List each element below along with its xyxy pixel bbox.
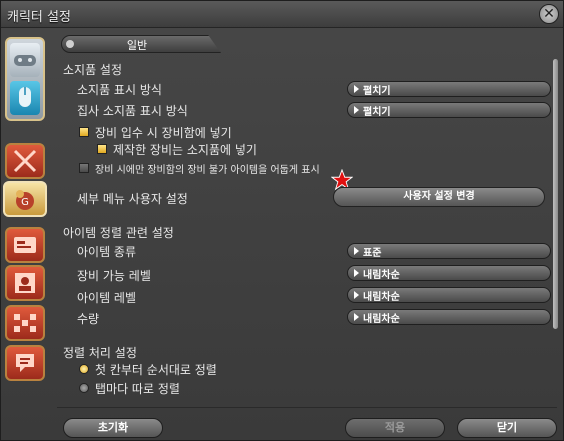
svg-text:G: G xyxy=(21,197,29,208)
dim-unequippable-label: 장비 시에만 장비함의 장비 불가 아이템을 어둡게 표시 xyxy=(95,165,320,176)
dropdown-arrow-icon xyxy=(354,247,359,255)
gear-to-armoury-checkbox[interactable] xyxy=(79,127,89,137)
dim-unequippable-checkbox[interactable] xyxy=(79,163,89,173)
close-icon[interactable]: ✕ xyxy=(539,4,559,24)
title-bar[interactable]: 캐릭터 설정 ✕ xyxy=(1,1,563,28)
sort-quantity-label: 수량 xyxy=(77,312,100,326)
sort-per-tab-label: 탭마다 따로 정렬 xyxy=(95,382,180,396)
display-mode-value: 펼치기 xyxy=(363,86,391,97)
character-card-icon[interactable] xyxy=(5,227,45,263)
mouse-icon[interactable] xyxy=(10,81,40,115)
sort-sequential-radio[interactable] xyxy=(79,364,89,374)
footer-bar: 초기화 적용 닫기 xyxy=(57,407,557,438)
crafted-to-inventory-checkbox[interactable] xyxy=(97,144,107,154)
sort-per-tab-radio[interactable] xyxy=(79,383,89,393)
sort-equip-level-label: 장비 가능 레벨 xyxy=(77,269,151,283)
gear-to-armoury-label: 장비 입수 시 장비함에 넣기 xyxy=(95,126,232,140)
sort-item-type-dropdown[interactable]: 표준 xyxy=(347,243,551,259)
dropdown-arrow-icon xyxy=(354,291,359,299)
crafted-to-inventory-label: 제작한 장비는 소지품에 넣기 xyxy=(113,143,257,157)
customize-button[interactable]: 사용자 설정 변경 xyxy=(333,187,545,207)
sort-item-type-label: 아이템 종류 xyxy=(77,245,137,259)
display-mode-label: 소지품 표시 방식 xyxy=(77,83,162,97)
item-bag-icon[interactable]: G xyxy=(3,181,47,217)
character-config-window: 캐릭터 설정 ✕ G 일반 소지품 설정 소지품 표시 방식 펼치기 집사 소지… xyxy=(0,0,564,441)
settings-panel: 일반 소지품 설정 소지품 표시 방식 펼치기 집사 소지품 표시 방식 펼치기… xyxy=(57,31,558,407)
dropdown-arrow-icon xyxy=(354,269,359,277)
section-process-title: 정렬 처리 설정 xyxy=(63,346,137,360)
sort-item-level-label: 아이템 레벨 xyxy=(77,291,137,305)
reset-button[interactable]: 초기화 xyxy=(63,418,163,438)
sort-equip-level-dropdown[interactable]: 내림차순 xyxy=(347,265,551,281)
display-mode-dropdown[interactable]: 펼치기 xyxy=(347,81,551,97)
gamepad-icon[interactable] xyxy=(10,43,40,77)
dropdown-arrow-icon xyxy=(354,313,359,321)
sort-quantity-value: 내림차순 xyxy=(363,314,400,325)
tab-label: 일반 xyxy=(126,39,148,52)
close-button[interactable]: 닫기 xyxy=(457,418,557,438)
tab-general[interactable]: 일반 xyxy=(61,35,221,53)
category-group-controls xyxy=(5,37,45,121)
portrait-icon[interactable] xyxy=(5,265,45,301)
apply-button[interactable]: 적용 xyxy=(345,418,445,438)
scrollbar[interactable] xyxy=(553,59,558,329)
sort-quantity-dropdown[interactable]: 내림차순 xyxy=(347,309,551,325)
crossed-swords-icon[interactable] xyxy=(5,143,45,179)
sort-equip-level-value: 내림차순 xyxy=(363,270,400,281)
submenu-custom-label: 세부 메뉴 사용자 설정 xyxy=(77,192,188,206)
hotbar-icon[interactable] xyxy=(5,305,45,341)
window-title: 캐릭터 설정 xyxy=(7,10,71,25)
section-item-box-title: 소지품 설정 xyxy=(63,63,123,77)
sort-item-level-dropdown[interactable]: 내림차순 xyxy=(347,287,551,303)
dropdown-arrow-icon xyxy=(354,106,359,114)
dropdown-arrow-icon xyxy=(354,85,359,93)
section-sorting-title: 아이템 정렬 관련 설정 xyxy=(63,226,174,240)
sort-item-level-value: 내림차순 xyxy=(363,292,400,303)
sort-sequential-label: 첫 칸부터 순서대로 정렬 xyxy=(95,363,217,377)
chat-bubble-icon[interactable] xyxy=(5,345,45,381)
retainer-display-mode-value: 펼치기 xyxy=(363,107,391,118)
retainer-display-mode-label: 집사 소지품 표시 방식 xyxy=(77,104,188,118)
retainer-display-mode-dropdown[interactable]: 펼치기 xyxy=(347,102,551,118)
sort-item-type-value: 표준 xyxy=(363,248,382,259)
